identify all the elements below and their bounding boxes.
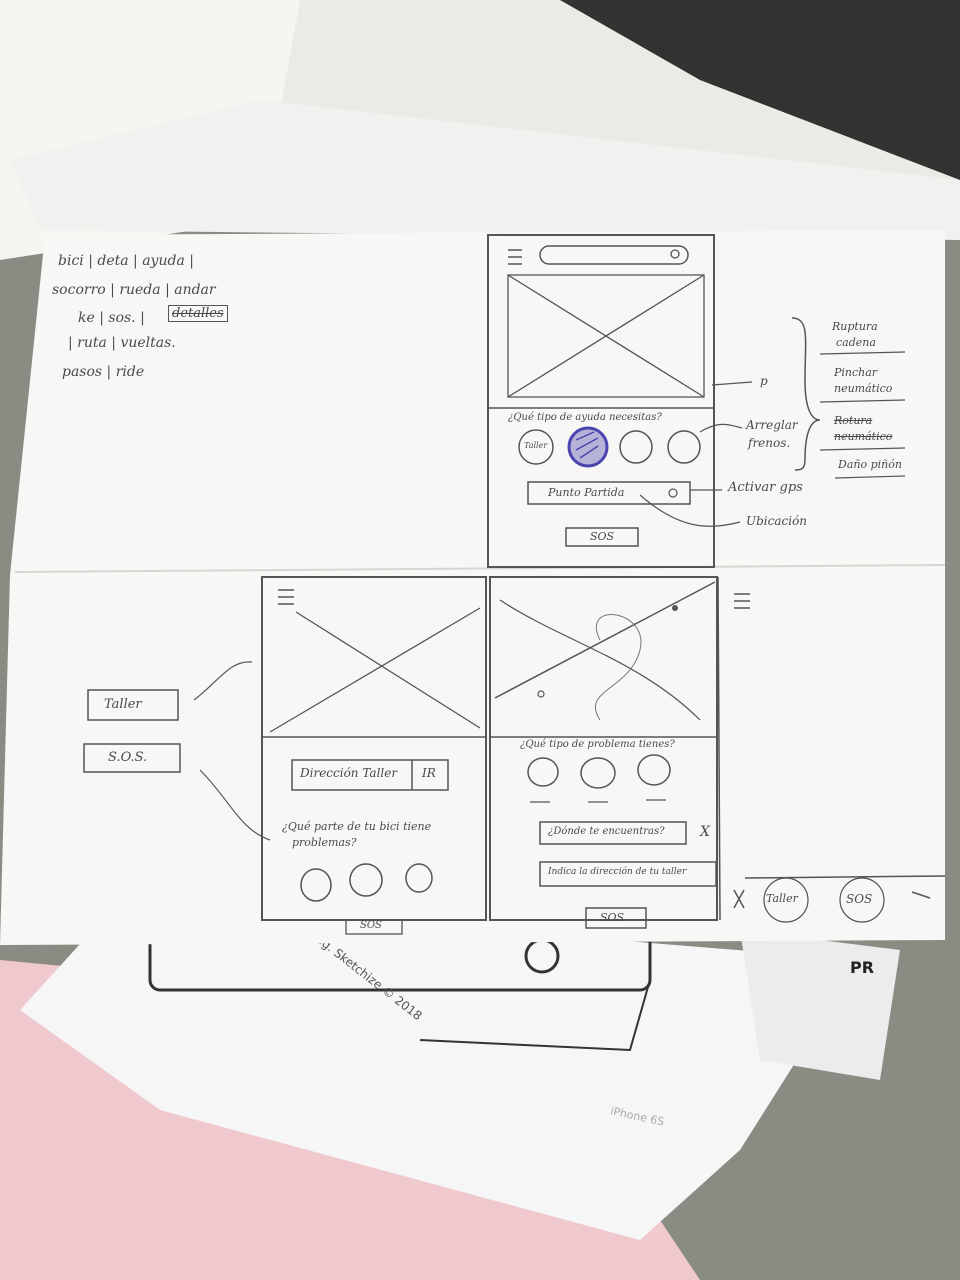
screen1-start-point-button: Punto Partida <box>548 486 625 499</box>
screen3-where-field: ¿Dónde te encuentras? <box>548 826 665 837</box>
screen1-question: ¿Qué tipo de ayuda necesitas? <box>508 412 662 423</box>
annotation-fix-2: frenos. <box>748 436 791 450</box>
screen3-sos-button: SOS <box>600 911 625 924</box>
screen2-question-line1: ¿Qué parte de tu bici tiene <box>282 820 432 833</box>
problem-1a: Ruptura <box>832 320 878 333</box>
flow-taller-box: Taller <box>104 697 142 712</box>
problem-2b: neumático <box>834 382 893 395</box>
screen4-tab-taller: Taller <box>766 892 798 905</box>
brainstorm-line-2: socorro | rueda | andar <box>52 282 216 298</box>
brainstorm-crossed-word: detalles <box>168 305 228 322</box>
brainstorm-line-5: pasos | ride <box>62 364 145 380</box>
brainstorm-line-4: | ruta | vueltas. <box>68 335 176 351</box>
brainstorm-line-3: ke | sos. | <box>78 310 145 326</box>
screen4-tab-sos: SOS <box>846 892 873 906</box>
problem-3a: Rotura <box>834 414 873 427</box>
screen1-sos-button: SOS <box>590 530 615 543</box>
problem-2a: Pinchar <box>834 366 878 379</box>
problem-4: Daño piñón <box>838 458 902 471</box>
screen3-close-icon: X <box>700 824 710 840</box>
screen3-address-field: Indica la dirección de tu taller <box>548 867 687 877</box>
screen1-taller-circle-label: Taller <box>524 441 548 450</box>
screen2-question-line2: problemas? <box>292 836 357 849</box>
screen2-sos-button: SOS <box>360 920 382 931</box>
photo-scene: ching. Sketchize © 2018 iPhone 6S PR bic… <box>0 0 960 1280</box>
problem-1b: cadena <box>836 336 876 349</box>
annotation-p: p <box>760 374 768 388</box>
annotation-location: Ubicación <box>746 514 808 528</box>
main-sheet <box>0 230 946 945</box>
screen2-address-field: Dirección Taller <box>300 766 398 780</box>
flow-sos-box: S.O.S. <box>108 750 148 765</box>
annotation-gps: Activar gps <box>728 480 803 495</box>
annotation-fix-1: Arreglar <box>746 418 798 432</box>
brainstorm-line-1: bici | deta | ayuda | <box>58 253 194 269</box>
screen2-go-button: IR <box>422 766 436 780</box>
screen3-question: ¿Qué tipo de problema tienes? <box>520 739 675 750</box>
problem-3b: neumático <box>834 430 893 443</box>
